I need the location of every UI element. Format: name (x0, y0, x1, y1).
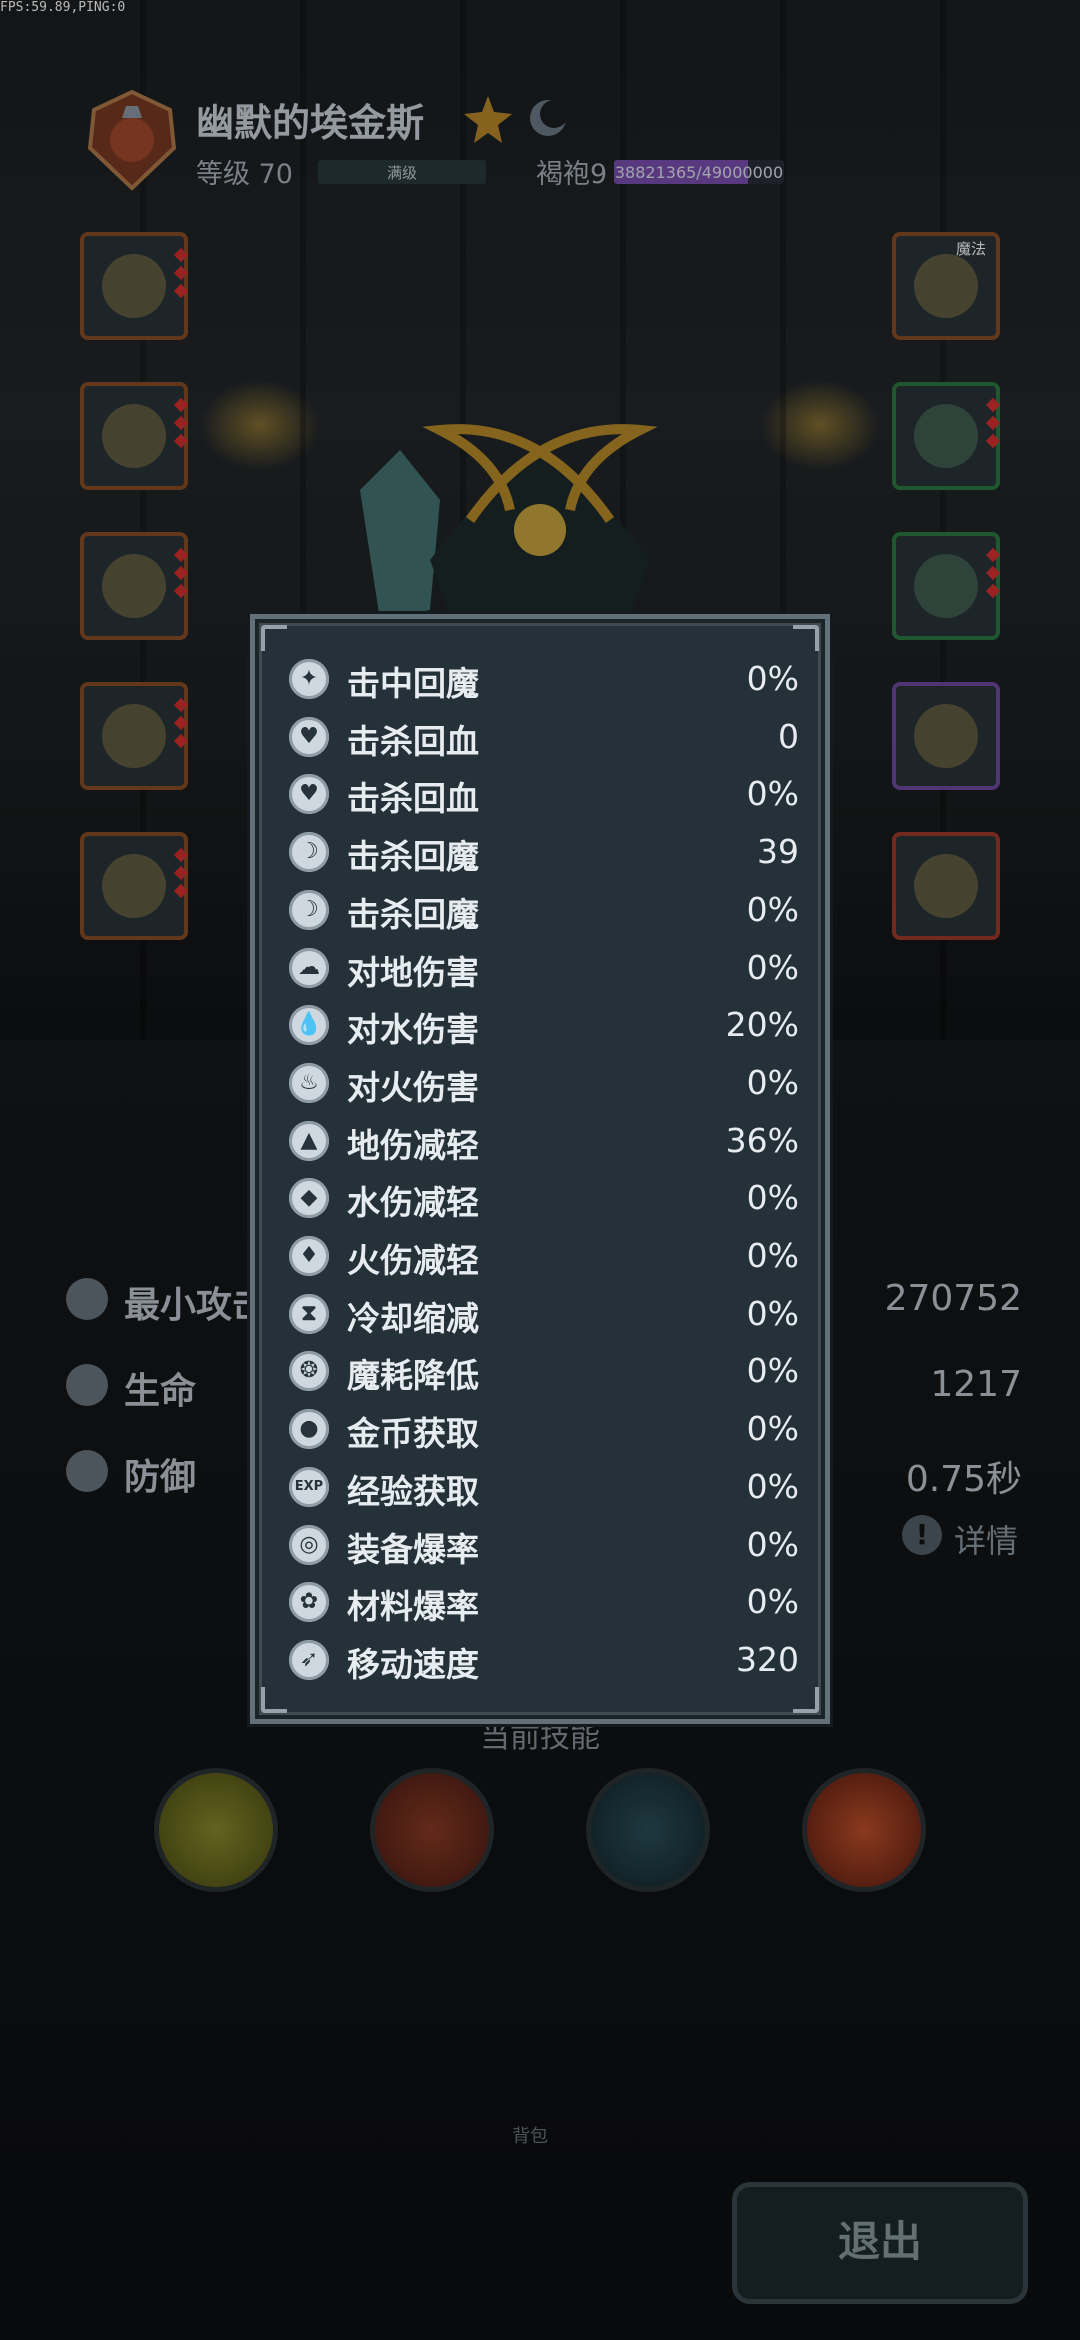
earth-damage-icon: ☁ (289, 947, 329, 988)
stat-label: 击杀回血 (347, 721, 479, 761)
stat-row: ◎ 装备爆率 0% (289, 1519, 799, 1577)
stats-panel: ✦ 击中回魔 0% ♥ 击杀回血 0 ♥ 击杀回血 0% ☽ 击杀回魔 39 ☽ 击杀回魔 0% ☁ 对地伤害 0… (250, 614, 830, 1724)
stat-row: EXP 经验获取 0% (289, 1461, 799, 1519)
water-damage-icon: 💧 (289, 1005, 329, 1046)
hourglass-icon: ⧗ (289, 1293, 329, 1334)
stat-label: 击杀回魔 (347, 837, 479, 877)
stat-label: 对地伤害 (347, 952, 479, 992)
stat-label: 移动速度 (347, 1644, 479, 1684)
earth-resist-icon: ▲ (289, 1120, 329, 1161)
game-screen: FPS:59.89,PING:0 幽默的埃金斯 等级 70 满级 褐袍9 388… (0, 0, 1080, 2340)
material-drop-icon: ✿ (289, 1582, 329, 1623)
stat-label: 对水伤害 (347, 1010, 479, 1050)
stat-row: ✦ 击中回魔 0% (289, 653, 799, 711)
stat-row: 💧 对水伤害 20% (289, 999, 799, 1057)
stat-value: 20% (725, 1005, 799, 1045)
stat-value: 0% (746, 1236, 799, 1275)
stat-row: ⧗ 冷却缩减 0% (289, 1288, 799, 1346)
stat-label: 击杀回魔 (347, 894, 479, 934)
stat-value: 0% (746, 1178, 799, 1218)
stat-row: ♨ 对火伤害 0% (289, 1057, 799, 1115)
equipment-drop-icon: ◎ (289, 1524, 329, 1565)
stat-label: 火伤减轻 (347, 1241, 479, 1280)
stat-value: 0% (746, 1524, 799, 1564)
exp-icon: EXP (289, 1466, 329, 1507)
stat-row: ♥ 击杀回血 0 (289, 711, 799, 769)
stat-row: ☽ 击杀回魔 39 (289, 826, 799, 884)
stat-row: ♥ 击杀回血 0% (289, 768, 799, 826)
stat-label: 对火伤害 (347, 1067, 479, 1107)
stat-label: 击杀回血 (347, 779, 479, 819)
coin-icon: ● (289, 1409, 329, 1450)
mana-kill-pct-icon: ☽ (289, 889, 329, 930)
stat-row: ☁ 对地伤害 0% (289, 942, 799, 1000)
stat-value: 0% (746, 774, 799, 814)
stat-row: ➶ 移动速度 320 (289, 1634, 799, 1692)
stat-label: 金币获取 (347, 1414, 479, 1454)
fire-resist-icon: ♦ (289, 1236, 329, 1276)
stat-label: 水伤减轻 (347, 1183, 479, 1223)
stat-value: 320 (736, 1639, 799, 1679)
water-resist-icon: ◆ (289, 1178, 329, 1219)
stat-value: 0% (746, 659, 799, 698)
boot-icon: ➶ (289, 1639, 329, 1680)
mana-hit-icon: ✦ (289, 659, 329, 699)
fire-damage-icon: ♨ (289, 1062, 329, 1103)
heart-kill-icon: ♥ (289, 716, 329, 757)
stat-value: 0% (746, 889, 799, 929)
stat-label: 冷却缩减 (347, 1298, 479, 1338)
stat-label: 材料爆率 (347, 1587, 479, 1627)
stat-label: 击中回魔 (347, 664, 479, 703)
stat-row: ♦ 火伤减轻 0% (289, 1230, 799, 1288)
stat-value: 0% (746, 1582, 799, 1622)
stat-label: 经验获取 (347, 1471, 479, 1511)
stat-value: 0% (746, 1062, 799, 1102)
stat-value: 0% (746, 1466, 799, 1506)
stat-row: ● 金币获取 0% (289, 1403, 799, 1461)
stat-value: 0% (746, 1409, 799, 1449)
heart-kill-pct-icon: ♥ (289, 774, 329, 815)
stat-row: ◆ 水伤减轻 0% (289, 1172, 799, 1230)
stat-label: 装备爆率 (347, 1529, 479, 1569)
stat-value: 39 (757, 832, 799, 872)
stat-value: 0% (746, 947, 799, 987)
stat-label: 地伤减轻 (347, 1125, 479, 1165)
stat-value: 36% (725, 1120, 799, 1160)
stat-label: 魔耗降低 (347, 1356, 479, 1396)
stat-row: ✿ 材料爆率 0% (289, 1576, 799, 1634)
stat-row: ❂ 魔耗降低 0% (289, 1345, 799, 1403)
mana-cost-icon: ❂ (289, 1351, 329, 1392)
stat-value: 0% (746, 1351, 799, 1391)
stat-row: ☽ 击杀回魔 0% (289, 884, 799, 942)
stat-value: 0% (746, 1293, 799, 1333)
stat-row: ▲ 地伤减轻 36% (289, 1115, 799, 1173)
mana-kill-icon: ☽ (289, 832, 329, 873)
stat-value: 0 (778, 716, 799, 756)
